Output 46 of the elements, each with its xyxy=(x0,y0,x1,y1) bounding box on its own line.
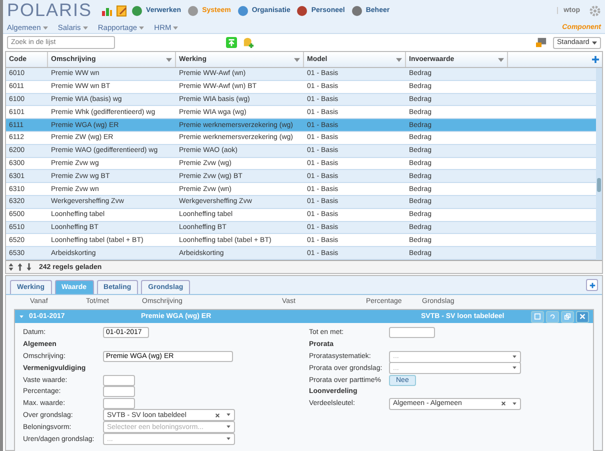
caret-icon[interactable] xyxy=(19,314,24,318)
nav-icon xyxy=(296,4,308,16)
close-icon xyxy=(579,313,586,320)
caret-icon xyxy=(226,413,231,418)
up-arrow-icon[interactable] xyxy=(17,263,23,271)
close-button[interactable] xyxy=(576,310,589,322)
caret-icon xyxy=(592,40,597,44)
nav-icon xyxy=(187,4,200,16)
copy-icon xyxy=(564,313,571,320)
undo-button[interactable] xyxy=(546,310,559,322)
sort-icon[interactable] xyxy=(396,58,402,62)
sort-icon[interactable] xyxy=(294,58,300,62)
caret-icon xyxy=(226,437,231,442)
caret-icon xyxy=(512,366,517,370)
caret-icon xyxy=(139,26,144,30)
caret-icon xyxy=(42,26,48,30)
caret-icon xyxy=(512,354,517,358)
sort-icon[interactable] xyxy=(166,58,172,62)
sort-icon[interactable] xyxy=(498,58,504,62)
caret-icon xyxy=(82,26,88,30)
edit-icon[interactable] xyxy=(116,4,128,16)
down-arrow-icon[interactable] xyxy=(26,263,32,271)
add-icon[interactable] xyxy=(592,56,599,63)
upload-icon[interactable] xyxy=(226,37,237,48)
expand-icon[interactable] xyxy=(8,263,14,271)
undo-icon xyxy=(549,313,556,320)
nav-icon xyxy=(236,4,249,16)
nav-icon xyxy=(131,4,144,16)
caret-icon xyxy=(173,26,178,30)
layout-icon[interactable] xyxy=(536,37,547,48)
input-field[interactable] xyxy=(389,327,435,338)
plus-icon xyxy=(588,282,596,288)
input-field[interactable] xyxy=(103,398,135,410)
settings-icon[interactable] xyxy=(589,4,601,16)
save-button[interactable] xyxy=(531,310,544,322)
add-button[interactable] xyxy=(586,279,598,291)
copy-button[interactable] xyxy=(561,310,574,322)
nav-icon xyxy=(350,4,363,16)
scrollbar[interactable] xyxy=(596,68,602,260)
caret-icon xyxy=(226,425,231,430)
clear-icon[interactable] xyxy=(501,401,506,406)
input-field[interactable] xyxy=(103,386,135,398)
caret-icon xyxy=(512,402,517,406)
input-field[interactable] xyxy=(103,374,135,386)
clear-icon[interactable] xyxy=(215,412,220,418)
logo: POLARIS xyxy=(7,0,92,21)
